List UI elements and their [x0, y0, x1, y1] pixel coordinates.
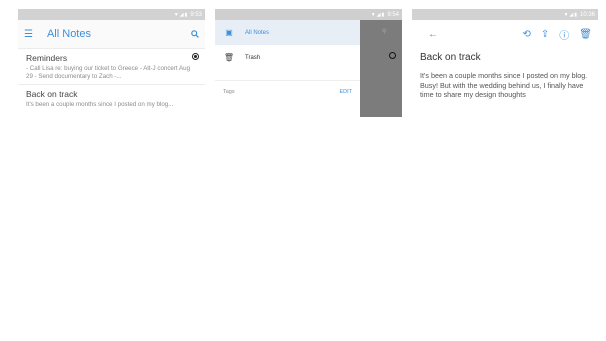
history-icon[interactable]: ⟲ [523, 29, 531, 40]
status-time: 9:53 [190, 11, 202, 18]
menu-icon[interactable]: ☰ [24, 29, 33, 40]
signal-battery-icon: ▼◢▮ [173, 11, 189, 18]
drawer-screen: ▼◢▮ 9:54 ⚲ ▣ All Notes 🗑 Trash Tags EDIT [215, 9, 402, 117]
page-title: All Notes [46, 28, 91, 40]
tags-label: Tags [223, 88, 235, 95]
pin-icon [389, 52, 396, 59]
signal-battery-icon: ▼◢▮ [370, 11, 386, 18]
trash-icon[interactable]: 🗑 [579, 29, 592, 40]
status-bar: ▼◢▮ 10:36 [412, 9, 598, 20]
note-editor[interactable]: Back on track It's been a couple months … [412, 48, 598, 104]
editor-toolbar: ← ⟲ ⇪ ⓘ 🗑 [412, 20, 598, 48]
list-item[interactable]: Back on track It's been a couple months … [18, 84, 205, 112]
drawer-item-label: Trash [245, 54, 261, 61]
app-bar: ☰ All Notes [18, 20, 205, 48]
note-title: Reminders [26, 53, 68, 63]
pin-icon[interactable] [192, 53, 199, 60]
status-bar: ▼◢▮ 9:54 [215, 9, 402, 20]
notes-icon: ▣ [225, 28, 233, 37]
note-preview: It's been a couple months since I posted… [26, 101, 174, 108]
drawer-item-all-notes[interactable]: ▣ All Notes [215, 20, 360, 45]
share-icon[interactable]: ⇪ [541, 29, 549, 40]
editor-screen: ▼◢▮ 10:36 ← ⟲ ⇪ ⓘ 🗑 Back on track It's b… [412, 9, 598, 117]
info-icon[interactable]: ⓘ [559, 27, 569, 42]
status-time: 9:54 [387, 11, 399, 18]
note-body[interactable]: It's been a couple months since I posted… [420, 71, 590, 100]
back-arrow-icon[interactable]: ← [428, 29, 438, 40]
drawer-item-label: All Notes [245, 29, 270, 36]
tags-header: Tags EDIT [215, 80, 360, 95]
note-title: Back on track [26, 89, 78, 99]
trash-icon: 🗑 [223, 53, 235, 62]
search-icon[interactable] [191, 30, 199, 38]
list-item[interactable]: Reminders - Call Lisa re: buying our tic… [18, 48, 205, 84]
search-icon: ⚲ [382, 29, 387, 35]
note-preview: - Call Lisa re: buying our ticket to Gre… [26, 65, 191, 80]
status-bar: ▼◢▮ 9:53 [18, 9, 205, 20]
scrim[interactable]: ⚲ [360, 20, 402, 117]
edit-tags-button[interactable]: EDIT [339, 89, 352, 95]
status-time: 10:36 [579, 11, 595, 18]
navigation-drawer: ▣ All Notes 🗑 Trash Tags EDIT [215, 20, 360, 117]
notes-list-screen: ▼◢▮ 9:53 ☰ All Notes Reminders - Call Li… [18, 9, 205, 117]
signal-battery-icon: ▼◢▮ [563, 11, 578, 18]
drawer-item-trash[interactable]: 🗑 Trash [215, 45, 360, 70]
note-title[interactable]: Back on track [420, 52, 590, 63]
